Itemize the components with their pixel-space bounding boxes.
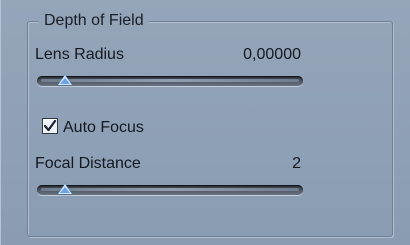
auto-focus-checkbox[interactable]	[42, 118, 58, 134]
slider-track[interactable]	[37, 185, 303, 195]
focal-distance-value: 2	[292, 155, 301, 172]
focal-distance-label: Focal Distance	[35, 155, 141, 172]
group-title: Depth of Field	[39, 11, 149, 31]
slider-track[interactable]	[37, 76, 303, 86]
lens-radius-label: Lens Radius	[35, 46, 124, 63]
slider-thumb[interactable]	[57, 75, 72, 85]
checkmark-icon	[43, 119, 57, 132]
lens-radius-value: 0,00000	[243, 46, 301, 63]
lens-radius-slider[interactable]	[37, 73, 303, 89]
slider-thumb[interactable]	[57, 184, 72, 194]
focal-distance-slider[interactable]	[37, 182, 303, 198]
depth-of-field-panel: Depth of Field Lens Radius 0,00000 Auto …	[0, 0, 410, 245]
auto-focus-label[interactable]: Auto Focus	[63, 118, 144, 138]
